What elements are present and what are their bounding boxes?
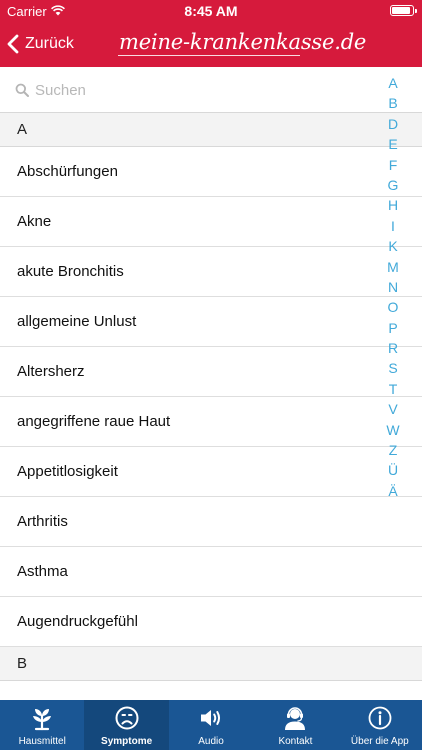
sad-face-icon	[114, 705, 140, 731]
index-letter[interactable]: M	[387, 257, 399, 277]
alphabet-index[interactable]: ABDEFGHIKMNOPRSTVWZÜÄ	[381, 73, 405, 501]
index-letter[interactable]: E	[388, 134, 397, 154]
tab-symptome[interactable]: Symptome	[84, 700, 169, 750]
list-item[interactable]: Arthritis	[0, 497, 422, 547]
tab-label: Über die App	[350, 736, 409, 747]
tab-hausmittel[interactable]: Hausmittel	[0, 700, 84, 750]
index-letter[interactable]: I	[391, 216, 395, 236]
index-letter[interactable]: Ü	[388, 460, 398, 480]
index-letter[interactable]: V	[388, 399, 397, 419]
list-item[interactable]: Augendruckgefühl	[0, 597, 422, 647]
chevron-left-icon	[7, 34, 19, 54]
tab-label: Symptome	[101, 736, 153, 747]
tab-audio[interactable]: Audio	[169, 700, 253, 750]
support-agent-icon	[282, 705, 308, 731]
symptom-list[interactable]: A Abschürfungen Akne akute Bronchitis allgem…	[0, 113, 422, 700]
list-item[interactable]: Asthma	[0, 547, 422, 597]
index-letter[interactable]: G	[388, 175, 399, 195]
tab-label: Audio	[198, 736, 224, 747]
list-item[interactable]: akute Bronchitis	[0, 247, 422, 297]
logo-underline	[118, 55, 300, 56]
back-button[interactable]: Zurück	[6, 31, 74, 57]
search-bar	[0, 67, 422, 113]
index-letter[interactable]: N	[388, 277, 398, 297]
index-letter[interactable]: F	[389, 155, 398, 175]
index-letter[interactable]: T	[389, 379, 398, 399]
tab-label: Kontakt	[278, 736, 313, 747]
index-letter[interactable]: P	[388, 318, 397, 338]
list-item[interactable]	[0, 681, 422, 700]
list-item[interactable]: Akne	[0, 197, 422, 247]
status-time: 8:45 AM	[184, 3, 238, 19]
list-item[interactable]: angegriffene raue Haut	[0, 397, 422, 447]
app-logo: meine-krankenkasse.de	[119, 30, 367, 54]
search-icon	[15, 83, 29, 97]
index-letter[interactable]: O	[388, 297, 399, 317]
battery-level	[392, 7, 410, 14]
section-header: A	[0, 113, 422, 147]
tab-bar: Hausmittel Symptome Audio Kontakt Über die A…	[0, 700, 422, 750]
navigation-bar: Zurück meine-krankenkasse.de	[0, 22, 422, 67]
index-letter[interactable]: R	[388, 338, 398, 358]
battery-icon	[390, 5, 417, 16]
info-icon	[367, 705, 393, 731]
index-letter[interactable]: H	[388, 195, 398, 215]
index-letter[interactable]: B	[388, 93, 397, 113]
back-label: Zurück	[25, 35, 74, 52]
tab-label: Hausmittel	[18, 736, 66, 747]
index-letter[interactable]: D	[388, 114, 398, 134]
list-item[interactable]: Altersherz	[0, 347, 422, 397]
list-item[interactable]: allgemeine Unlust	[0, 297, 422, 347]
plant-icon	[29, 705, 55, 731]
index-letter[interactable]: K	[388, 236, 397, 256]
index-letter[interactable]: W	[386, 420, 399, 440]
list-item[interactable]: Abschürfungen	[0, 147, 422, 197]
index-letter[interactable]: S	[388, 358, 397, 378]
section-header: B	[0, 647, 422, 681]
tab-kontakt[interactable]: Kontakt	[253, 700, 337, 750]
index-letter[interactable]: Z	[389, 440, 398, 460]
status-bar: Carrier 8:45 AM	[0, 0, 422, 22]
list-item[interactable]: Appetitlosigkeit	[0, 447, 422, 497]
app-header: Carrier 8:45 AM Zurück meine-krankenkass…	[0, 0, 422, 67]
index-letter[interactable]: Ä	[388, 481, 397, 501]
tab-ber-die-app[interactable]: Über die App	[338, 700, 422, 750]
speaker-icon	[198, 705, 224, 731]
search-input[interactable]	[35, 77, 365, 103]
index-letter[interactable]: A	[388, 73, 397, 93]
